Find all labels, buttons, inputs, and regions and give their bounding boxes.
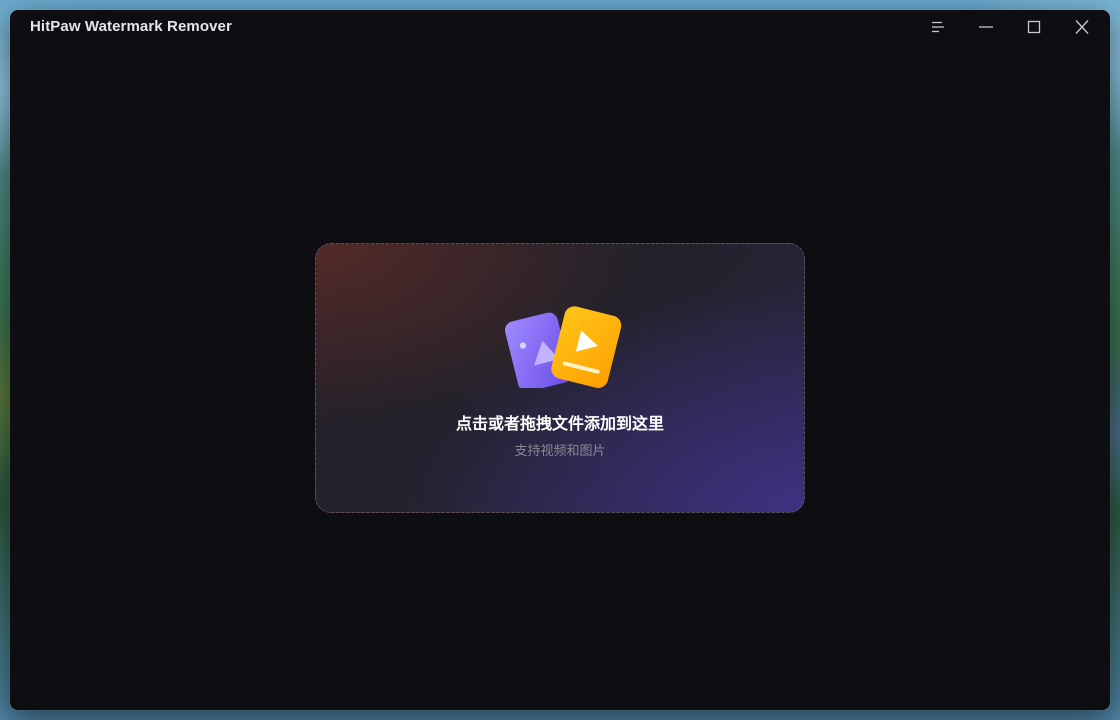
close-icon	[1075, 20, 1089, 34]
app-title: HitPaw Watermark Remover	[30, 18, 232, 35]
menu-icon	[932, 21, 944, 33]
minimize-button[interactable]	[968, 12, 1004, 42]
close-button[interactable]	[1064, 12, 1100, 42]
app-window: HitPaw Watermark Remover 点击或者拖拽文件添加到这里 支…	[10, 10, 1110, 710]
maximize-icon	[1027, 20, 1041, 34]
video-file-icon	[551, 306, 622, 388]
drop-zone-subtitle: 支持视频和图片	[514, 444, 606, 459]
minimize-icon	[979, 26, 993, 28]
title-bar: HitPaw Watermark Remover	[10, 10, 1110, 44]
drop-zone-title: 点击或者拖拽文件添加到这里	[455, 414, 664, 433]
maximize-button[interactable]	[1016, 12, 1052, 42]
media-files-icon	[505, 306, 622, 388]
menu-button[interactable]	[920, 12, 956, 42]
file-drop-zone[interactable]: 点击或者拖拽文件添加到这里 支持视频和图片	[315, 243, 805, 513]
